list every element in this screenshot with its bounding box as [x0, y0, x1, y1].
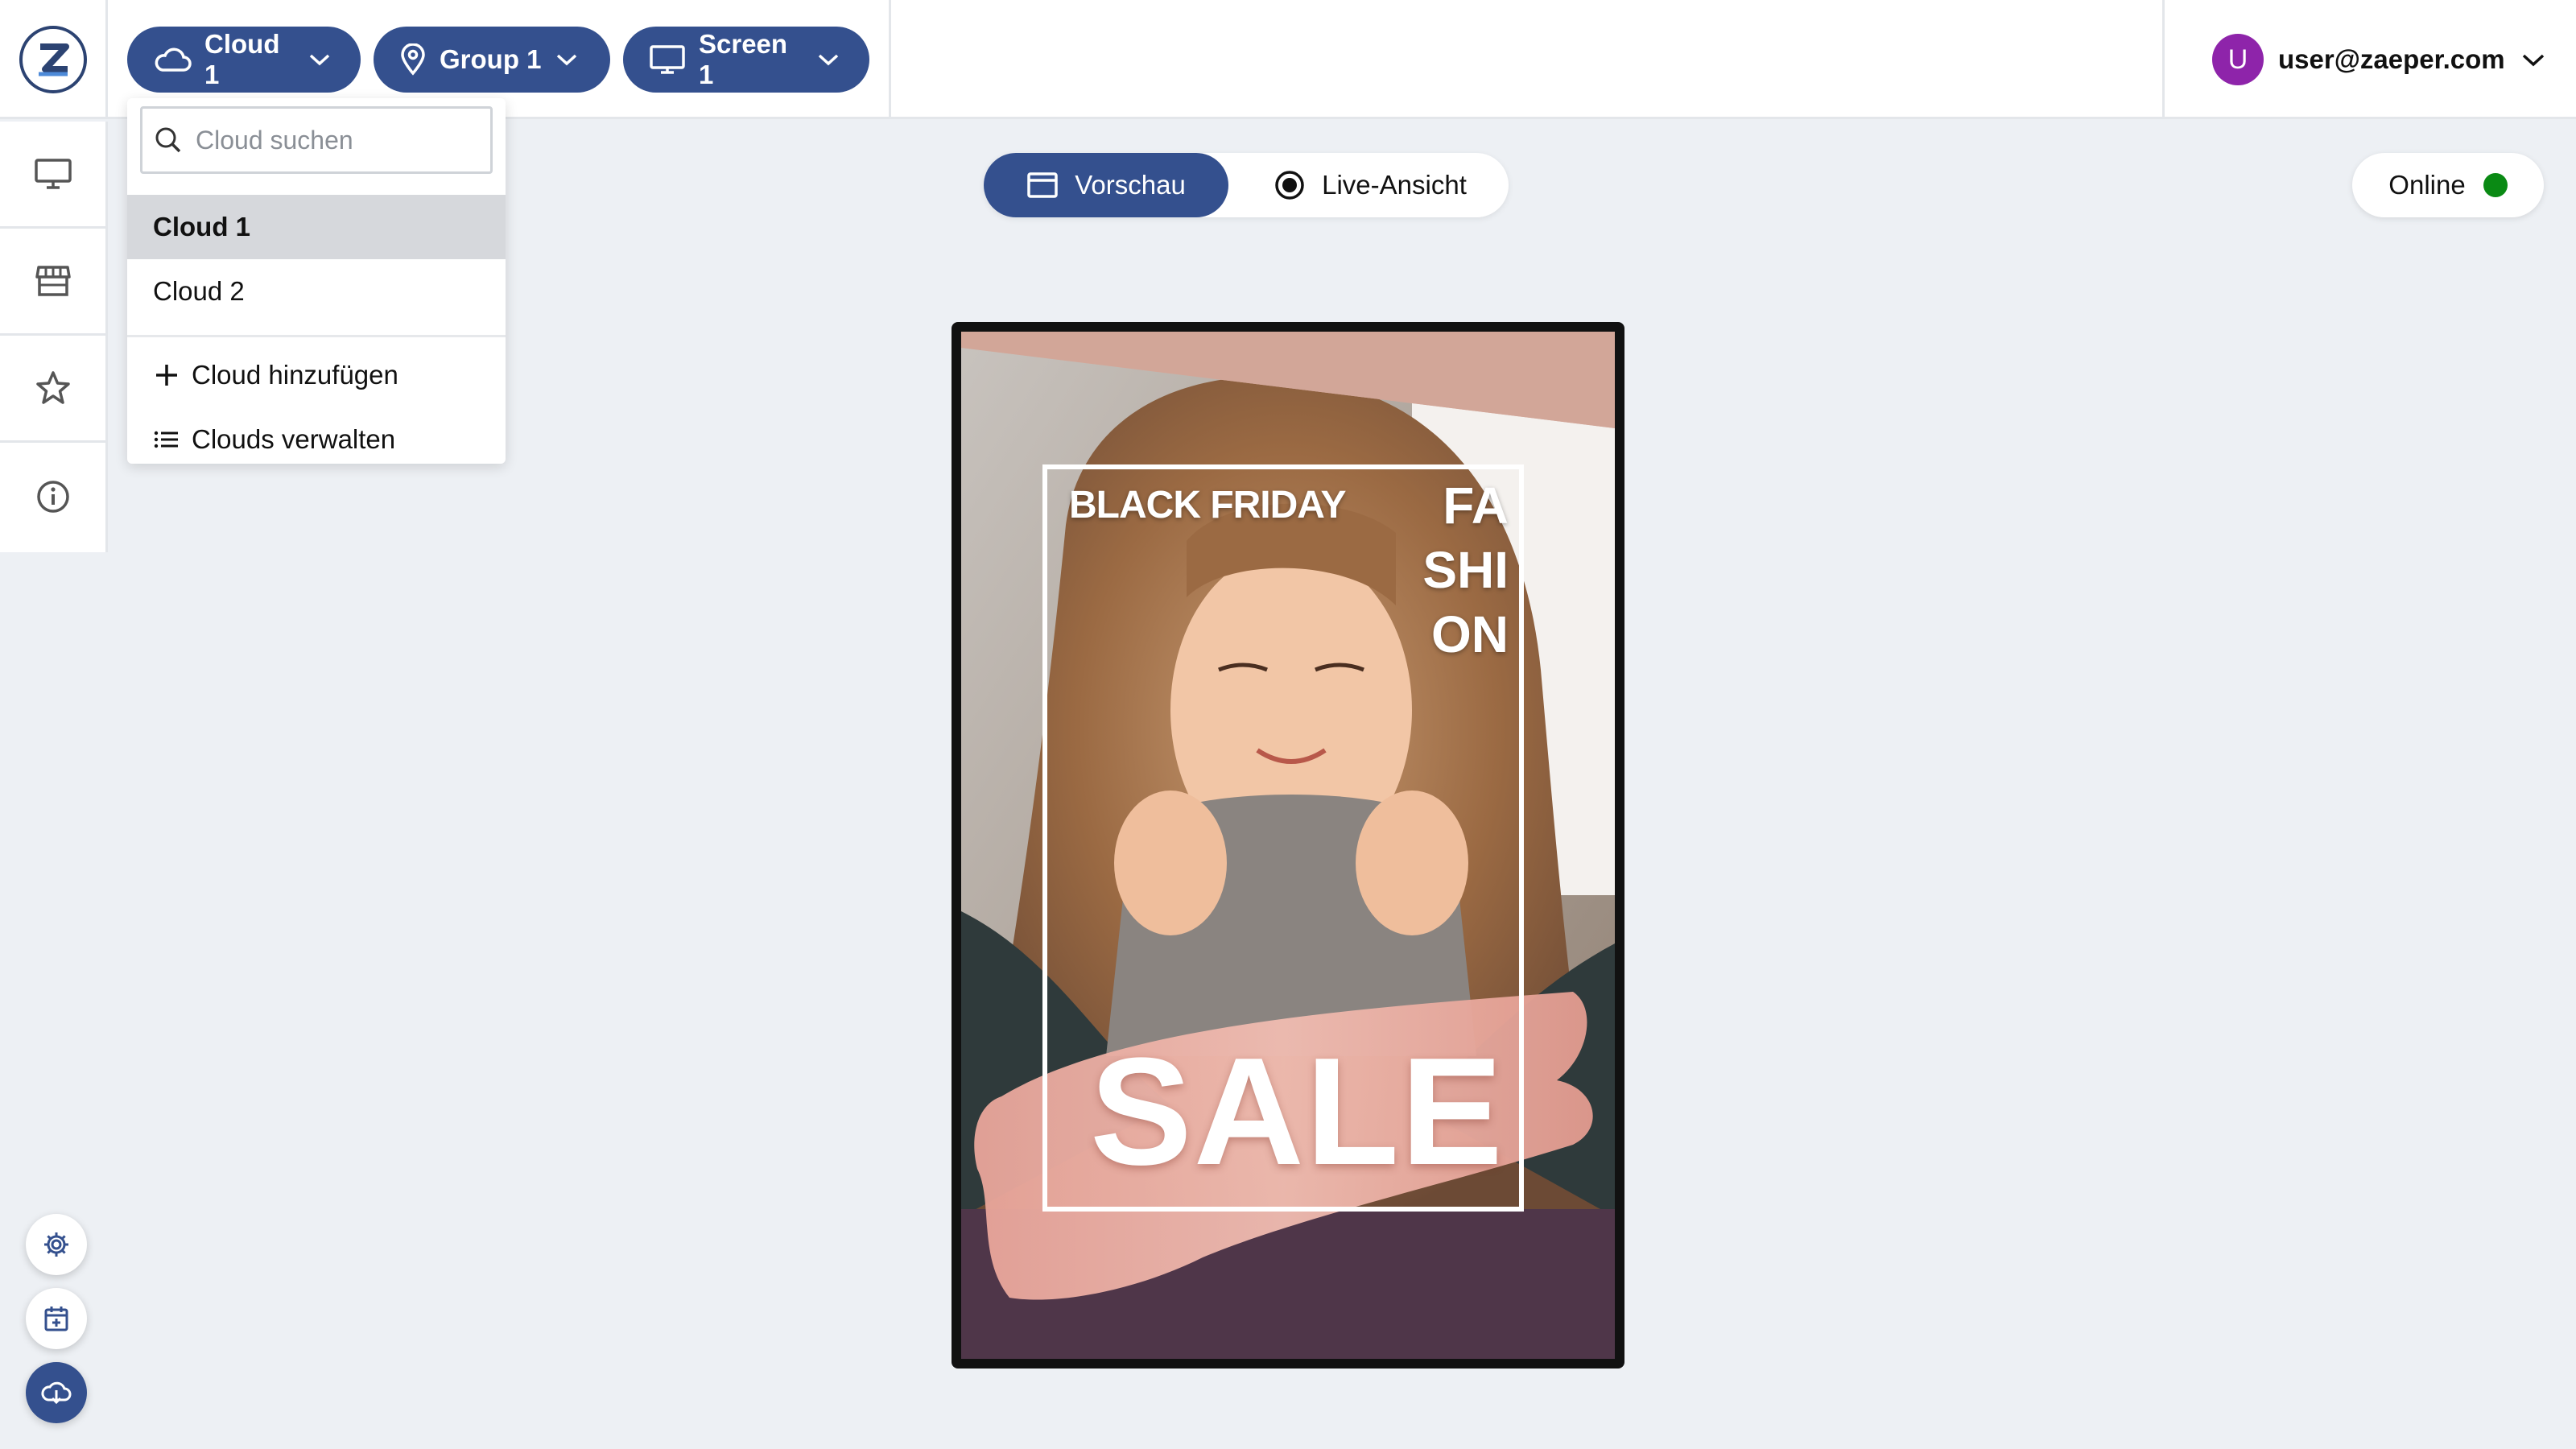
- dropdown-item-label: Cloud 2: [153, 276, 245, 306]
- live-view-tab[interactable]: Live-Ansicht: [1241, 153, 1499, 217]
- group-selector-button[interactable]: Group 1: [374, 27, 610, 93]
- star-icon: [35, 371, 70, 404]
- store-icon: [35, 266, 71, 296]
- live-view-tab-label: Live-Ansicht: [1322, 170, 1467, 200]
- settings-icon: [44, 1232, 68, 1257]
- poster-headline: BLACK FRIDAY: [1069, 484, 1347, 526]
- plus-icon: [156, 365, 177, 386]
- user-menu[interactable]: U user@zaeper.com: [2212, 31, 2547, 89]
- dropdown-divider: [127, 335, 506, 337]
- sidebar-item-store[interactable]: [0, 229, 105, 336]
- preview-tab[interactable]: Vorschau: [984, 153, 1228, 217]
- cloud-selector-label: Cloud 1: [204, 29, 280, 89]
- sidebar-item-favorites[interactable]: [0, 336, 105, 443]
- poster-fashion-line: FA: [1443, 477, 1509, 535]
- sidebar-item-screens[interactable]: [0, 122, 105, 229]
- add-cloud-label: Cloud hinzufügen: [192, 360, 398, 390]
- location-pin-icon: [401, 43, 425, 76]
- search-icon: [155, 127, 181, 153]
- chevron-down-icon: [556, 54, 576, 66]
- calendar-icon: [44, 1307, 68, 1331]
- dropdown-item-cloud-1[interactable]: Cloud 1: [127, 195, 506, 259]
- status-badge: Online: [2352, 153, 2544, 217]
- cloud-icon: [155, 47, 192, 72]
- poster-fashion-text: FA SHI ON: [1412, 473, 1509, 667]
- cloud-sync-icon: [41, 1381, 72, 1405]
- z-logo-icon: [38, 43, 69, 76]
- sidebar: [0, 122, 108, 552]
- logo-cell: [0, 0, 108, 119]
- cloud-sync-button[interactable]: [26, 1362, 87, 1423]
- dropdown-item-label: Cloud 1: [153, 212, 250, 242]
- screen-preview-frame: BLACK FRIDAY FA SHI ON SALE: [952, 322, 1624, 1368]
- poster-fashion-line: SHI: [1422, 541, 1509, 599]
- status-dot: [2483, 173, 2508, 197]
- user-email: user@zaeper.com: [2278, 44, 2505, 74]
- manage-clouds-label: Clouds verwalten: [192, 424, 396, 454]
- screen-selector-button[interactable]: Screen 1: [623, 27, 869, 93]
- group-selector-label: Group 1: [440, 44, 542, 74]
- poster-fashion-line: ON: [1431, 605, 1509, 663]
- sidebar-item-info[interactable]: [0, 443, 105, 550]
- cloud-dropdown: Cloud 1 Cloud 2 Cloud hinzufügen Clouds …: [127, 98, 506, 464]
- monitor-icon: [650, 45, 685, 74]
- add-cloud-item[interactable]: Cloud hinzufügen: [127, 343, 506, 407]
- radio-record-icon: [1275, 171, 1304, 200]
- avatar: U: [2212, 34, 2264, 85]
- chevron-down-icon: [818, 54, 839, 66]
- screen-preview: BLACK FRIDAY FA SHI ON SALE: [961, 332, 1615, 1359]
- header-divider: [2162, 0, 2165, 119]
- cloud-search-input[interactable]: [194, 124, 468, 156]
- preview-tab-label: Vorschau: [1075, 170, 1186, 200]
- header-divider: [889, 0, 891, 119]
- chevron-down-icon: [309, 54, 330, 66]
- poster-sale-text: SALE: [1090, 1026, 1505, 1197]
- status-label: Online: [2388, 170, 2466, 200]
- monitor-icon: [34, 159, 72, 189]
- window-icon: [1027, 172, 1058, 198]
- cloud-selector-button[interactable]: Cloud 1: [127, 27, 361, 93]
- dropdown-item-cloud-2[interactable]: Cloud 2: [127, 259, 506, 324]
- screen-selector-label: Screen 1: [699, 29, 788, 89]
- chevron-down-icon: [2522, 54, 2544, 67]
- settings-button[interactable]: [26, 1214, 87, 1275]
- schedule-button[interactable]: [26, 1288, 87, 1349]
- view-toggle: Vorschau Live-Ansicht: [984, 153, 1509, 217]
- cloud-search-box: [140, 106, 493, 174]
- info-icon: [36, 480, 69, 513]
- list-icon: [154, 431, 178, 448]
- app-logo[interactable]: [19, 26, 87, 93]
- manage-clouds-item[interactable]: Clouds verwalten: [127, 407, 506, 472]
